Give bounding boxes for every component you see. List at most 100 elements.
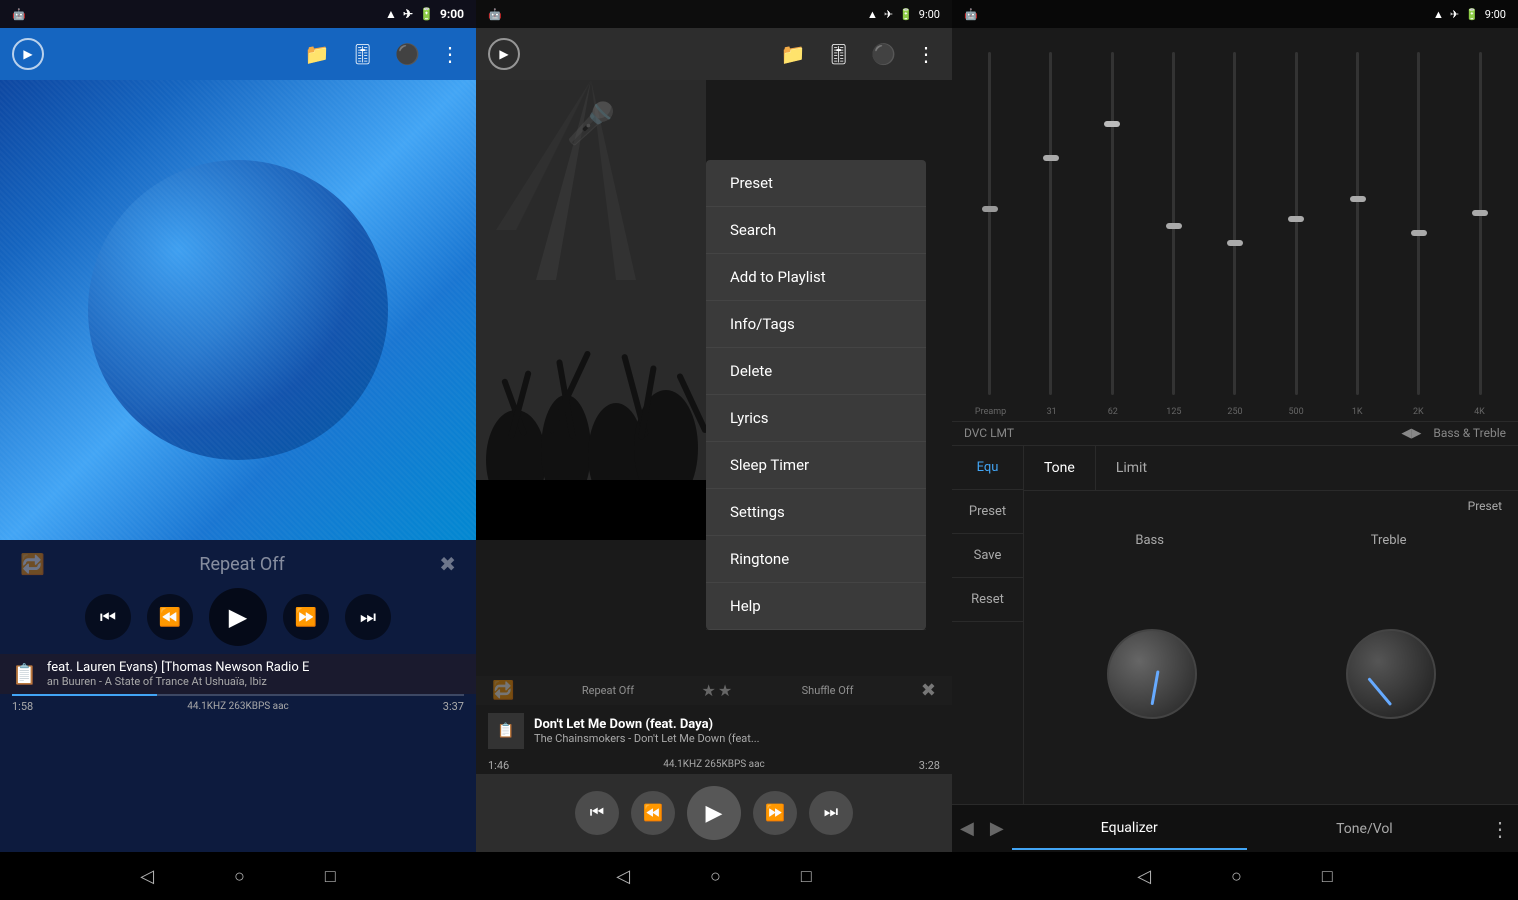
tab-preset-side[interactable]: Preset [952,490,1023,534]
slider-track-125[interactable] [1172,52,1175,395]
eq-bottom-area: Equ Preset Save Reset Tone Limit Preset [952,446,1518,805]
menu-item-preset[interactable]: Preset [706,160,926,207]
visualizer-icon-1[interactable]: ⚫ [391,38,424,70]
menu-item-settings[interactable]: Settings [706,489,926,536]
more-icon-1[interactable]: ⋮ [436,38,464,70]
menu-item-add-playlist[interactable]: Add to Playlist [706,254,926,301]
repeat-label-1: Repeat Off [199,554,284,575]
equalizer-icon-1[interactable]: 🎚 [346,38,379,70]
menu-item-lyrics[interactable]: Lyrics [706,395,926,442]
android-icon-3: 🤖 [964,8,978,21]
folder-icon-1[interactable]: 📁 [301,38,334,70]
slider-thumb-preamp[interactable] [982,206,998,212]
rewind-button-1[interactable]: ⏪ [147,594,193,640]
slider-thumb-250[interactable] [1227,240,1243,246]
toolbar-1: ▶ 📁 🎚 ⚫ ⋮ [0,28,476,80]
skip-start-button-1[interactable]: ⏮ [85,594,131,640]
visualizer-icon-2[interactable]: ⚫ [867,38,900,70]
tab-reset-side[interactable]: Reset [952,578,1023,622]
bass-knob[interactable] [1107,629,1197,719]
menu-item-delete[interactable]: Delete [706,348,926,395]
slider-track-500[interactable] [1295,52,1298,395]
fast-forward-button-2[interactable]: ⏩ [753,791,797,835]
slider-thumb-4k[interactable] [1472,210,1488,216]
more-button-eq[interactable]: ⋮ [1482,817,1518,841]
tab-tone-vol-bottom[interactable]: Tone/Vol [1247,809,1482,849]
skip-end-button-1[interactable]: ⏭ [345,594,391,640]
song-info-1: 📋 feat. Lauren Evans) [Thomas Newson Rad… [0,654,476,694]
menu-item-sleep-timer[interactable]: Sleep Timer [706,442,926,489]
home-icon-3[interactable]: ○ [1231,866,1242,887]
recents-icon-1[interactable]: □ [325,866,336,887]
bass-treble-area: Bass Treble [1024,521,1518,805]
back-icon-1[interactable]: ◁ [140,866,154,887]
menu-item-search[interactable]: Search [706,207,926,254]
slider-thumb-1k[interactable] [1350,196,1366,202]
slider-thumb-2k[interactable] [1411,230,1427,236]
rewind-button-2[interactable]: ⏪ [631,791,675,835]
slider-track-2k[interactable] [1417,52,1420,395]
slider-thumb-62[interactable] [1104,121,1120,127]
freq-label-preamp: Preamp [960,407,1021,417]
back-icon-2[interactable]: ◁ [616,866,630,887]
slider-track-62[interactable] [1111,52,1114,395]
treble-label: Treble [1371,533,1407,548]
slider-thumb-31[interactable] [1043,155,1059,161]
menu-item-ringtone[interactable]: Ringtone [706,536,926,583]
play-button-small-2[interactable]: ▶ [488,38,520,70]
time-total-1: 3:37 [443,700,464,713]
equalizer-icon-2[interactable]: 🎚 [822,38,855,70]
slider-track-1k[interactable] [1356,52,1359,395]
tab-equ[interactable]: Equ [952,446,1023,490]
more-icon-2[interactable]: ⋮ [912,38,940,70]
shuffle-icon-1[interactable]: ✖ [439,552,456,576]
progress-bar-1[interactable] [12,694,464,696]
dropdown-menu: Preset Search Add to Playlist Info/Tags … [706,160,926,630]
bass-label: Bass [1135,533,1164,548]
status-right-1: ▲ ✈ 🔋 9:00 [385,7,464,21]
repeat-label-2: Repeat Off [582,684,634,697]
nav-arrow-right[interactable]: ▶ [982,818,1012,839]
slider-31 [1021,44,1080,403]
freq-label-62: 62 [1082,407,1143,417]
slider-4k [1451,44,1510,403]
slider-thumb-125[interactable] [1166,223,1182,229]
play-pause-button-2[interactable]: ▶ [687,786,741,840]
slider-thumb-500[interactable] [1288,216,1304,222]
skip-start-button-2[interactable]: ⏮ [575,791,619,835]
time-2: 9:00 [919,8,940,21]
nav-bar-2: ◁ ○ □ [476,852,952,900]
tab-equalizer-bottom[interactable]: Equalizer [1012,808,1247,850]
recents-icon-2[interactable]: □ [801,866,812,887]
play-pause-button-1[interactable]: ▶ [209,588,267,646]
skip-end-button-2[interactable]: ⏭ [809,791,853,835]
menu-item-info-tags[interactable]: Info/Tags [706,301,926,348]
arrows-icon[interactable]: ◀▶ [1401,426,1421,441]
slider-track-4k[interactable] [1479,52,1482,395]
airplane-icon: ✈ [403,7,413,21]
status-right-2: ▲ ✈ 🔋 9:00 [867,8,940,21]
time-1: 9:00 [440,7,464,21]
home-icon-1[interactable]: ○ [234,866,245,887]
repeat-icon-1[interactable]: 🔁 [20,552,45,576]
recents-icon-3[interactable]: □ [1322,866,1333,887]
tab-tone[interactable]: Tone [1024,446,1096,490]
nav-arrow-left[interactable]: ◀ [952,818,982,839]
shuffle-icon-2[interactable]: ✖ [921,680,936,701]
home-icon-2[interactable]: ○ [710,866,721,887]
treble-knob[interactable] [1346,629,1436,719]
dvc-row: DVC LMT ◀▶ Bass & Treble [952,422,1518,446]
menu-item-help[interactable]: Help [706,583,926,630]
slider-track-250[interactable] [1233,52,1236,395]
tab-save[interactable]: Save [952,534,1023,578]
toolbar-2: ▶ 📁 🎚 ⚫ ⋮ [476,28,952,80]
back-icon-3[interactable]: ◁ [1137,866,1151,887]
song-thumb-2: 📋 [488,713,524,749]
folder-icon-2[interactable]: 📁 [777,38,810,70]
tab-limit[interactable]: Limit [1096,446,1167,490]
slider-track-preamp[interactable] [988,52,991,395]
fast-forward-button-1[interactable]: ⏩ [283,594,329,640]
repeat-icon-2[interactable]: 🔁 [492,680,514,701]
play-button-small-1[interactable]: ▶ [12,38,44,70]
slider-track-31[interactable] [1049,52,1052,395]
